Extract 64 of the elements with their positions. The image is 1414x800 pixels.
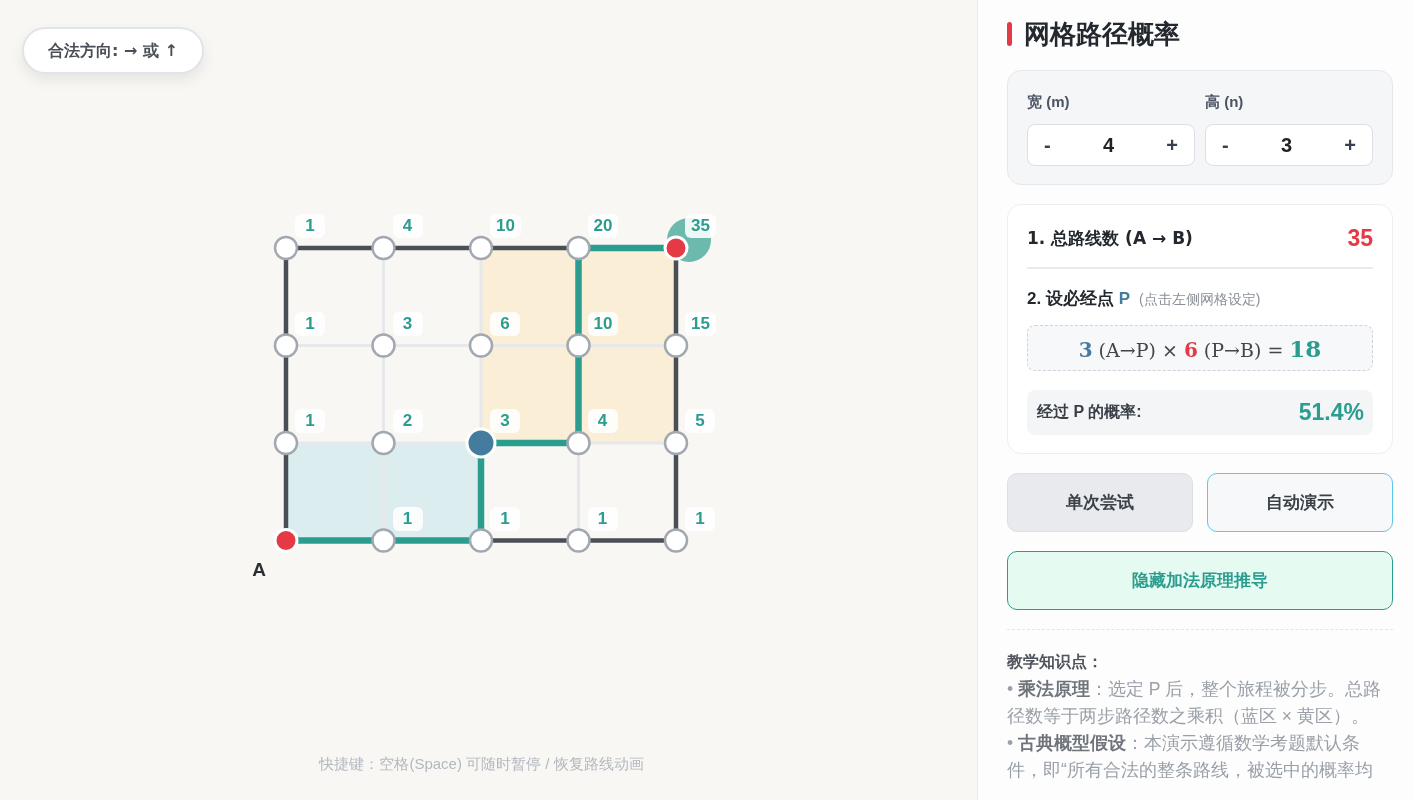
path-count: 1: [295, 311, 325, 336]
field-label: 高 (n): [1205, 92, 1244, 112]
path-count: 3: [490, 409, 520, 433]
path-count: 4: [392, 214, 423, 238]
grid-node[interactable]: [468, 333, 494, 358]
point-label: A: [251, 558, 267, 581]
total-count: 35: [1347, 225, 1373, 251]
end-node[interactable]: [663, 235, 689, 261]
checkpoint-node[interactable]: [465, 427, 497, 459]
increment-button[interactable]: +: [1338, 131, 1362, 159]
note-item: • 古典概型假设：本演示遵循数学考题默认条件，即“所有合法的整条路线，被选中的概率均: [1007, 732, 1374, 782]
path-count: 2: [392, 409, 423, 433]
grid-node[interactable]: [371, 430, 396, 456]
path-count: 4: [587, 409, 618, 433]
grid-node[interactable]: [371, 235, 396, 261]
path-count: 1: [295, 409, 325, 433]
path-count: 1: [490, 506, 520, 531]
accent-bar-icon: [1007, 22, 1012, 46]
path-count: 20: [587, 214, 619, 238]
decrement-button[interactable]: -: [1216, 131, 1235, 159]
grid-node[interactable]: [566, 430, 591, 456]
path-count: 1: [295, 214, 325, 238]
probability-label: 经过 P 的概率:: [1037, 402, 1142, 422]
path-count: 15: [685, 311, 716, 336]
stepper-value: 4: [1102, 133, 1115, 157]
field-label: 宽 (m): [1027, 92, 1070, 112]
probability-value: 51.4%: [1298, 399, 1364, 426]
action-button[interactable]: 单次尝试: [1007, 473, 1193, 532]
notes-heading: 教学知识点：: [1007, 652, 1104, 672]
grid-node[interactable]: [663, 333, 689, 358]
path-count: 5: [685, 409, 715, 433]
path-count: 10: [490, 214, 521, 238]
path-count: 3: [392, 311, 423, 336]
note-item: • 乘法原理：选定 P 后，整个旅程被分步。总路径数等于两步路径数之乘积（蓝区 × 黄区）。: [1007, 678, 1383, 728]
action-button[interactable]: 自动演示: [1207, 473, 1393, 532]
section-label: 2. 设必经点 P: [1027, 288, 1130, 310]
section-label: 1. 总路线数 (A → B): [1027, 227, 1193, 250]
grid-node[interactable]: [566, 235, 591, 261]
number-stepper[interactable]: - 4 +: [1027, 124, 1195, 166]
decrement-button[interactable]: -: [1038, 131, 1057, 159]
stepper-value: 3: [1280, 133, 1293, 157]
grid-node[interactable]: [273, 430, 299, 456]
grid-node[interactable]: [663, 528, 689, 553]
grid-node[interactable]: [663, 430, 689, 456]
hint-text: (点击左侧网格设定): [1138, 291, 1261, 309]
grid-node[interactable]: [468, 235, 494, 261]
path-count: 1: [685, 506, 715, 531]
grid-node[interactable]: [566, 528, 591, 553]
grid-node[interactable]: [273, 333, 299, 358]
formula-text: 3 (A→P) × 6 (P→B) = 18: [1078, 334, 1322, 362]
panel-title: 网格路径概率: [1024, 18, 1180, 50]
path-count: 6: [490, 311, 520, 336]
path-count: 1: [587, 506, 618, 531]
direction-legend: 合法方向: → 或 ↑: [22, 27, 204, 74]
path-count: 35: [685, 214, 716, 238]
grid-node[interactable]: [371, 333, 396, 358]
grid-node[interactable]: [371, 528, 396, 553]
shortcut-hint: 快捷键：空格(Space) 可随时暂停 / 恢复路线动画: [319, 754, 644, 774]
grid-node[interactable]: [273, 235, 299, 261]
number-stepper[interactable]: - 3 +: [1205, 124, 1373, 166]
increment-button[interactable]: +: [1160, 131, 1184, 159]
grid-node[interactable]: [468, 528, 494, 553]
start-node[interactable]: [273, 528, 299, 553]
grid-node[interactable]: [566, 333, 591, 358]
